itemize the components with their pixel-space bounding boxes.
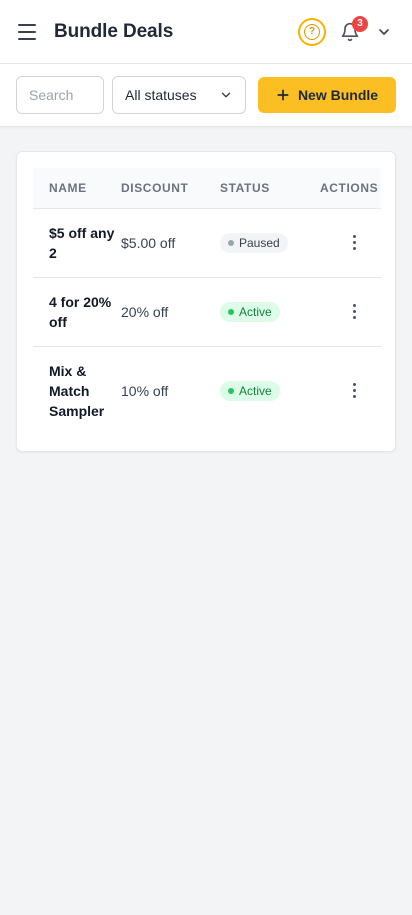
status-filter-select[interactable]: All statuses: [112, 76, 246, 114]
status-filter-value: All statuses: [125, 87, 197, 103]
table-row[interactable]: 4 for 20% off 20% off Active: [33, 277, 381, 347]
bundle-name: 4 for 20% off: [33, 277, 121, 347]
new-bundle-label: New Bundle: [297, 87, 379, 103]
status-dot-icon: [228, 308, 234, 315]
bundles-card: NAME DISCOUNT STATUS ACTIONS $5 off any …: [16, 151, 396, 452]
status-label: Active: [239, 304, 272, 319]
top-bar: Bundle Deals ? 3: [0, 0, 412, 64]
new-bundle-button[interactable]: New Bundle: [258, 77, 396, 113]
filter-toolbar: All statuses New Bundle: [0, 64, 412, 127]
column-header-actions: ACTIONS: [320, 168, 381, 209]
table-scroll-container[interactable]: NAME DISCOUNT STATUS ACTIONS $5 off any …: [33, 168, 381, 435]
bundles-table: NAME DISCOUNT STATUS ACTIONS $5 off any …: [33, 168, 381, 435]
notification-badge: 3: [352, 15, 368, 32]
table-header-row: NAME DISCOUNT STATUS ACTIONS: [33, 168, 381, 209]
status-badge: Paused: [220, 232, 288, 253]
bundle-discount: 20% off: [121, 277, 220, 347]
column-header-discount[interactable]: DISCOUNT: [121, 168, 220, 209]
account-menu-button[interactable]: [372, 20, 396, 44]
row-actions-kebab-icon[interactable]: [342, 231, 366, 255]
bundle-name: $5 off any 2: [33, 208, 121, 278]
row-actions-kebab-icon[interactable]: [342, 300, 366, 324]
help-button[interactable]: ?: [298, 17, 326, 46]
bundle-name: Mix & Match Sampler: [49, 362, 105, 419]
notifications-button[interactable]: 3: [336, 15, 368, 46]
plus-icon: [277, 89, 289, 101]
bundle-discount: 10% off: [121, 382, 169, 399]
menu-icon[interactable]: [18, 20, 42, 44]
chevron-down-icon: [219, 88, 233, 102]
table-row[interactable]: Mix & Match Sampler 10% off Active: [33, 346, 381, 435]
table-row[interactable]: $5 off any 2 $5.00 off Paused: [33, 208, 381, 278]
search-input[interactable]: [16, 76, 104, 114]
column-header-status[interactable]: STATUS: [220, 168, 320, 209]
status-dot-icon: [228, 387, 234, 394]
bundle-discount: $5.00 off: [121, 208, 220, 278]
page-title: Bundle Deals: [54, 20, 174, 42]
status-label: Active: [239, 383, 272, 398]
status-badge: Active: [220, 301, 280, 322]
status-label: Paused: [239, 235, 280, 250]
question-mark-icon: ?: [304, 23, 320, 40]
row-actions-kebab-icon[interactable]: [342, 379, 366, 403]
chevron-down-icon: [379, 28, 389, 35]
status-badge: Active: [220, 380, 280, 401]
status-dot-icon: [228, 239, 234, 246]
column-header-name[interactable]: NAME: [33, 168, 121, 209]
header-actions: ? 3: [298, 15, 396, 46]
